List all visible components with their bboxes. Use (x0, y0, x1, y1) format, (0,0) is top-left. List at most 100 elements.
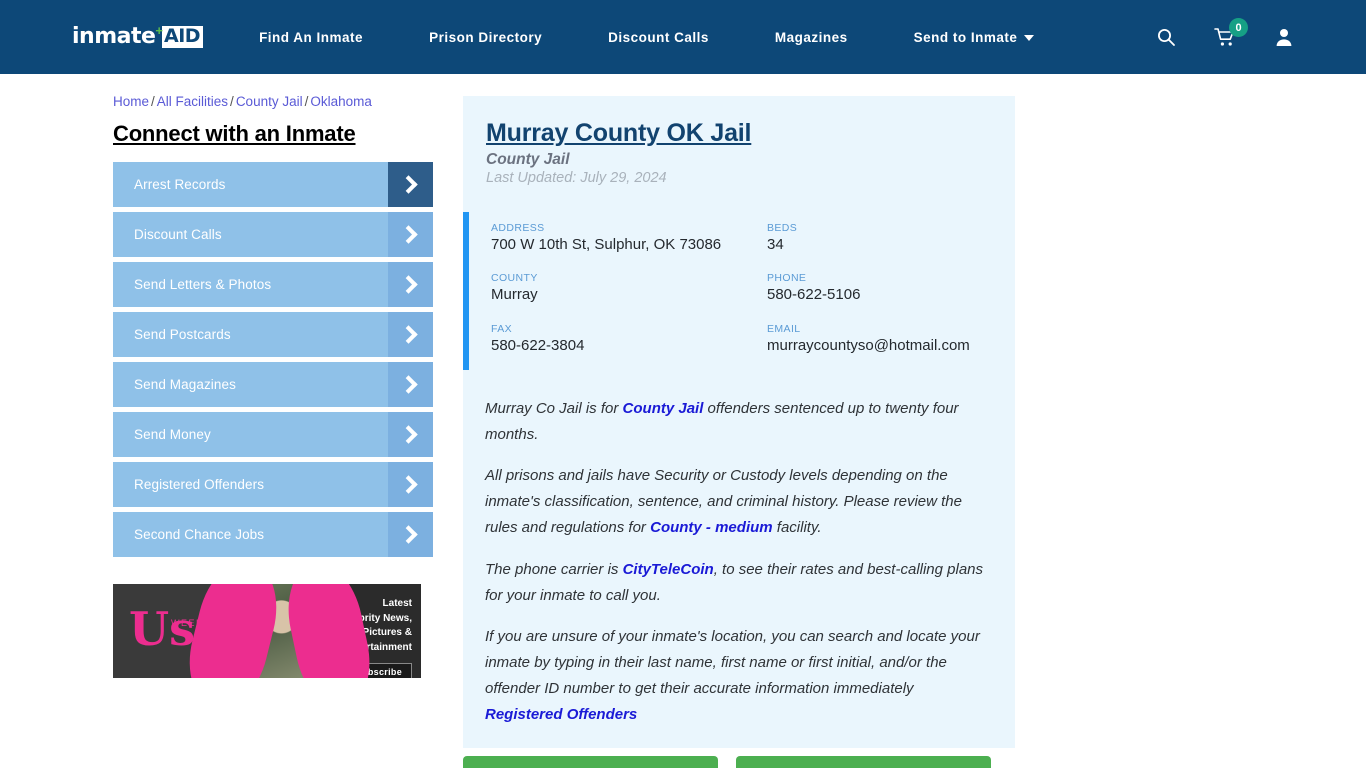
sidebar-item-second-chance-jobs[interactable]: Second Chance Jobs (113, 512, 433, 557)
info-value: 580-622-5106 (767, 286, 861, 304)
sidebar: Home / All Facilities / County Jail / Oklahoma… (113, 74, 453, 768)
ad-photo (177, 584, 380, 678)
sidebar-item-label: Registered Offenders (134, 477, 265, 492)
info-field-phone: PHONE 580-622-5106 (767, 272, 989, 305)
info-value: Murray (491, 286, 538, 304)
info-label: ADDRESS (491, 221, 545, 234)
breadcrumb-separator: / (151, 94, 155, 109)
page-body: Home / All Facilities / County Jail / Oklahoma… (0, 74, 1366, 768)
nav-item-find-an-inmate[interactable]: Find An Inmate (259, 30, 396, 45)
chevron-right-icon (388, 512, 433, 557)
breadcrumb-item-all-facilities[interactable]: All Facilities (157, 94, 228, 109)
nav-item-send-to-inmate[interactable]: Send to Inmate (881, 30, 1068, 45)
inline-text: facility. (772, 519, 822, 537)
chevron-down-icon (1024, 35, 1035, 41)
facility-info-block: ADDRESS 700 W 10th St, Sulphur, OK 73086… (463, 211, 1015, 370)
chevron-right-icon (388, 262, 433, 307)
sidebar-item-label: Send Money (134, 427, 211, 442)
nav-item-discount-calls[interactable]: Discount Calls (575, 30, 742, 45)
breadcrumb-separator: / (230, 94, 234, 109)
inline-link[interactable]: County - medium (650, 519, 773, 536)
last-updated-text: Last Updated: July 29, 2024 (486, 169, 667, 186)
chevron-right-icon (388, 362, 433, 407)
info-field-county: COUNTY Murray (491, 272, 767, 305)
sidebar-title: Connect with an Inmate (113, 121, 356, 146)
nav-item-magazines[interactable]: Magazines (742, 30, 881, 45)
facility-header: Murray County OK Jail County Jail Last U… (463, 118, 1015, 186)
sidebar-item-label: Send Letters & Photos (134, 277, 272, 292)
nav-label: Discount Calls (608, 29, 709, 45)
info-label: BEDS (767, 221, 798, 234)
sidebar-item-send-money[interactable]: Send Money (113, 412, 433, 457)
facility-description: Murray Co Jail is for County Jail offend… (463, 370, 1015, 748)
logo-wordmark: inmate (72, 24, 156, 49)
info-label: FAX (491, 323, 513, 336)
nav-label: Find An Inmate (259, 29, 364, 45)
sidebar-item-arrest-records[interactable]: Arrest Records (113, 162, 433, 207)
chevron-right-icon (388, 462, 433, 507)
sidebar-item-label: Arrest Records (134, 177, 226, 192)
sidebar-item-label: Discount Calls (134, 227, 222, 242)
advertisement-banner[interactable]: Us WEEKLY Latest Celebrity News, Picture… (113, 584, 421, 678)
user-account-icon[interactable] (1274, 27, 1294, 47)
sidebar-item-label: Send Postcards (134, 327, 231, 342)
cart-icon[interactable]: 0 (1214, 18, 1248, 47)
search-icon[interactable] (1156, 27, 1176, 47)
action-button-row (463, 755, 1015, 768)
page-title: Murray County OK Jail (486, 119, 752, 147)
info-value: 34 (767, 235, 784, 253)
sidebar-item-label: Second Chance Jobs (134, 527, 265, 542)
inline-link[interactable]: CityTeleCoin (623, 561, 714, 578)
ad-brand-logo: Us (129, 602, 196, 656)
info-label: PHONE (767, 272, 807, 285)
info-field-beds: BEDS 34 (767, 222, 989, 255)
inline-text: The phone carrier is (485, 560, 623, 578)
description-paragraph: All prisons and jails have Security or C… (485, 463, 989, 540)
sidebar-menu: Arrest Records Discount Calls Send Lette… (113, 162, 453, 557)
site-header: inmate + AID Find An Inmate Prison Direc… (0, 0, 1366, 74)
breadcrumb: Home / All Facilities / County Jail / Oklahoma (113, 94, 453, 109)
logo-aid-badge: AID (162, 26, 204, 48)
site-logo[interactable]: inmate + AID (72, 22, 204, 52)
nav-label: Prison Directory (429, 29, 543, 45)
sidebar-item-send-postcards[interactable]: Send Postcards (113, 312, 433, 357)
inline-text: Murray Co Jail is for (485, 399, 623, 417)
description-paragraph: If you are unsure of your inmate's locat… (485, 624, 989, 727)
sidebar-item-send-letters-photos[interactable]: Send Letters & Photos (113, 262, 433, 307)
facility-info-grid: ADDRESS 700 W 10th St, Sulphur, OK 73086… (491, 222, 989, 356)
chevron-right-icon (388, 212, 433, 257)
breadcrumb-item-home[interactable]: Home (113, 94, 149, 109)
chevron-right-icon (388, 312, 433, 357)
chevron-right-icon (388, 162, 433, 207)
sidebar-item-send-magazines[interactable]: Send Magazines (113, 362, 433, 407)
logo-plus-icon: + (155, 22, 164, 38)
primary-action-button-1[interactable] (463, 755, 718, 768)
description-paragraph: The phone carrier is CityTeleCoin, to se… (485, 557, 989, 609)
nav-label: Send to Inmate (913, 29, 1018, 45)
main-navigation: Find An Inmate Prison Directory Discount… (259, 30, 1142, 45)
description-paragraph: Murray Co Jail is for County Jail offend… (485, 396, 989, 448)
info-field-email: EMAIL murraycountyso@hotmail.com (767, 323, 989, 356)
info-label: EMAIL (767, 323, 801, 336)
main-content: Murray County OK Jail County Jail Last U… (463, 74, 1015, 768)
inline-text: If you are unsure of your inmate's locat… (485, 628, 980, 698)
nav-item-prison-directory[interactable]: Prison Directory (396, 30, 575, 45)
info-field-fax: FAX 580-622-3804 (491, 323, 767, 356)
primary-action-button-2[interactable] (736, 755, 991, 768)
info-label: COUNTY (491, 272, 538, 285)
breadcrumb-item-county-jail[interactable]: County Jail (236, 94, 303, 109)
info-value: 580-622-3804 (491, 337, 585, 355)
facility-panel: Murray County OK Jail County Jail Last U… (463, 96, 1015, 748)
cart-count-badge: 0 (1229, 18, 1248, 37)
info-value: 700 W 10th St, Sulphur, OK 73086 (491, 235, 722, 253)
facility-type: County Jail (486, 150, 570, 168)
nav-label: Magazines (774, 29, 848, 45)
sidebar-item-registered-offenders[interactable]: Registered Offenders (113, 462, 433, 507)
inline-link[interactable]: Registered Offenders (485, 706, 637, 723)
sidebar-item-discount-calls[interactable]: Discount Calls (113, 212, 433, 257)
breadcrumb-item-oklahoma[interactable]: Oklahoma (310, 94, 372, 109)
info-field-address: ADDRESS 700 W 10th St, Sulphur, OK 73086 (491, 222, 767, 255)
header-icon-group: 0 (1156, 18, 1294, 47)
info-value: murraycountyso@hotmail.com (767, 337, 970, 355)
inline-link[interactable]: County Jail (623, 400, 704, 417)
